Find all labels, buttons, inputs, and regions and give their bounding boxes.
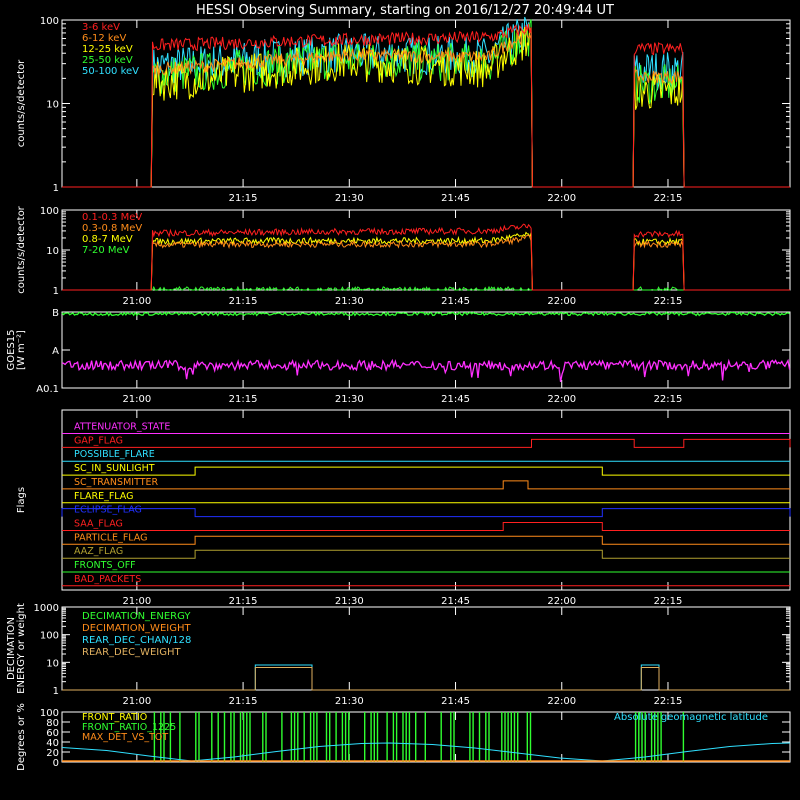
panel1-ytick-label: 1	[53, 183, 59, 194]
panel2-legend-entry: 7-20 MeV	[82, 245, 130, 256]
panel1-xtick-label: 22:00	[547, 193, 576, 204]
panel3-ytick-label: B	[52, 308, 59, 319]
panel4-xtick-label: 21:30	[335, 596, 364, 607]
flag-label-flare-flag: FLARE_FLAG	[74, 491, 134, 502]
panel3-ytick-label: A0.1	[36, 384, 59, 395]
panel2-xtick-label: 21:45	[441, 296, 470, 307]
panel6-legend-entry: MAX_DET_VS_TOT	[82, 732, 168, 743]
panel5-ylabel2: ENERGY or weight	[16, 603, 27, 694]
panel1-legend-entry: 6-12 keV	[82, 33, 126, 44]
panel2-ytick-label: 100	[40, 206, 59, 217]
panel1-xtick-label: 21:30	[335, 193, 364, 204]
flag-label-gap-flag: GAP_FLAG	[74, 435, 123, 446]
panel1-ylabel: counts/s/detector	[16, 59, 27, 147]
panel6-ytick-label: 20	[46, 748, 59, 759]
panel1-xtick-label: 21:45	[441, 193, 470, 204]
flag-label-bad-packets: BAD_PACKETS	[74, 574, 141, 585]
panel5-ytick-label: 10	[46, 658, 59, 669]
panel5-xtick-label: 22:00	[547, 696, 576, 707]
panel2-ylabel: counts/s/detector	[16, 205, 27, 293]
panel3-xtick-label: 21:15	[229, 394, 258, 405]
panel2-xtick-label: 22:15	[654, 296, 683, 307]
flag-label-possible-flare: POSSIBLE_FLARE	[74, 449, 155, 460]
panel6-ytick-label: 40	[46, 738, 59, 749]
panel1-legend-entry: 25-50 keV	[82, 55, 133, 66]
panel2-ytick-label: 10	[46, 246, 59, 257]
panel6-ytick-label: 100	[40, 708, 59, 719]
panel5-xtick-label: 21:15	[229, 696, 258, 707]
panel6-ytick-label: 60	[46, 728, 59, 739]
panel1-xtick-label: 21:15	[229, 193, 258, 204]
panel4-xtick-label: 21:45	[441, 596, 470, 607]
panel1-ytick-label: 10	[46, 100, 59, 111]
panel3-xtick-label: 21:30	[335, 394, 364, 405]
flag-label-fronts-off: FRONTS_OFF	[74, 560, 136, 571]
panel6-ytick-label: 0	[53, 758, 59, 769]
panel5-legend-entry: REAR_DEC_CHAN/128	[82, 635, 191, 646]
panel4-xtick-label: 22:15	[654, 596, 683, 607]
flag-label-sc-in-sunlight: SC_IN_SUNLIGHT	[74, 463, 155, 474]
panel2-xtick-label: 21:15	[229, 296, 258, 307]
panel6-ytick-label: 80	[46, 718, 59, 729]
flag-label-sc-transmitter: SC_TRANSMITTER	[74, 477, 159, 488]
panel4-xtick-label: 22:00	[547, 596, 576, 607]
flag-label-attenuator-state: ATTENUATOR_STATE	[74, 422, 170, 433]
geomagnetic-latitude-legend: Absolute geomagnetic latitude	[614, 712, 768, 723]
panel4-xtick-label: 21:15	[229, 596, 258, 607]
flag-label-particle-flag: PARTICLE_FLAG	[74, 532, 147, 543]
panel5-ytick-label: 1	[53, 686, 59, 697]
panel1-legend-entry: 3-6 keV	[82, 22, 120, 33]
panel5-legend-entry: DECIMATION_WEIGHT	[82, 623, 191, 634]
panel3-ylabel2: [W m⁻²]	[16, 330, 27, 370]
panel1-xtick-label: 22:15	[654, 193, 683, 204]
panel6-ylabel: Degrees or %	[16, 703, 27, 771]
panel5-xtick-label: 21:45	[441, 696, 470, 707]
panel4-ylabel: Flags	[16, 487, 27, 513]
panel5-xtick-label: 21:30	[335, 696, 364, 707]
panel3-xtick-label: 21:00	[122, 394, 151, 405]
panel5-ytick-label: 1000	[34, 603, 59, 614]
panel1-legend-entry: 50-100 keV	[82, 66, 139, 77]
panel4-xtick-label: 21:00	[122, 596, 151, 607]
panel1-ytick-label: 100	[40, 16, 59, 27]
panel3-ytick-label: A	[52, 346, 59, 357]
panel2-legend-entry: 0.1-0.3 MeV	[82, 212, 142, 223]
panel5-xtick-label: 22:15	[654, 696, 683, 707]
panel5-legend-entry: REAR_DEC_WEIGHT	[82, 647, 181, 658]
panel5-legend-entry: DECIMATION_ENERGY	[82, 611, 191, 622]
panel2-legend-entry: 0.8-7 MeV	[82, 234, 133, 245]
panel2-xtick-label: 21:00	[122, 296, 151, 307]
panel5-ytick-label: 100	[40, 631, 59, 642]
panel3-xtick-label: 22:00	[547, 394, 576, 405]
panel2-ytick-label: 1	[53, 286, 59, 297]
panel2-xtick-label: 21:30	[335, 296, 364, 307]
panel3-xtick-label: 22:15	[654, 394, 683, 405]
flag-label-eclipse-flag: ECLIPSE_FLAG	[74, 505, 142, 516]
panel3-xtick-label: 21:45	[441, 394, 470, 405]
panel2-xtick-label: 22:00	[547, 296, 576, 307]
observing-summary-figure: HESSI Observing Summary, starting on 201…	[0, 0, 800, 800]
flag-label-saa-flag: SAA_FLAG	[74, 518, 123, 529]
figure-title: HESSI Observing Summary, starting on 201…	[196, 3, 614, 18]
flag-label-aaz-flag: AAZ_FLAG	[74, 546, 123, 557]
panel2-legend-entry: 0.3-0.8 MeV	[82, 223, 142, 234]
panel5-xtick-label: 21:00	[122, 696, 151, 707]
panel1-legend-entry: 12-25 keV	[82, 44, 133, 55]
